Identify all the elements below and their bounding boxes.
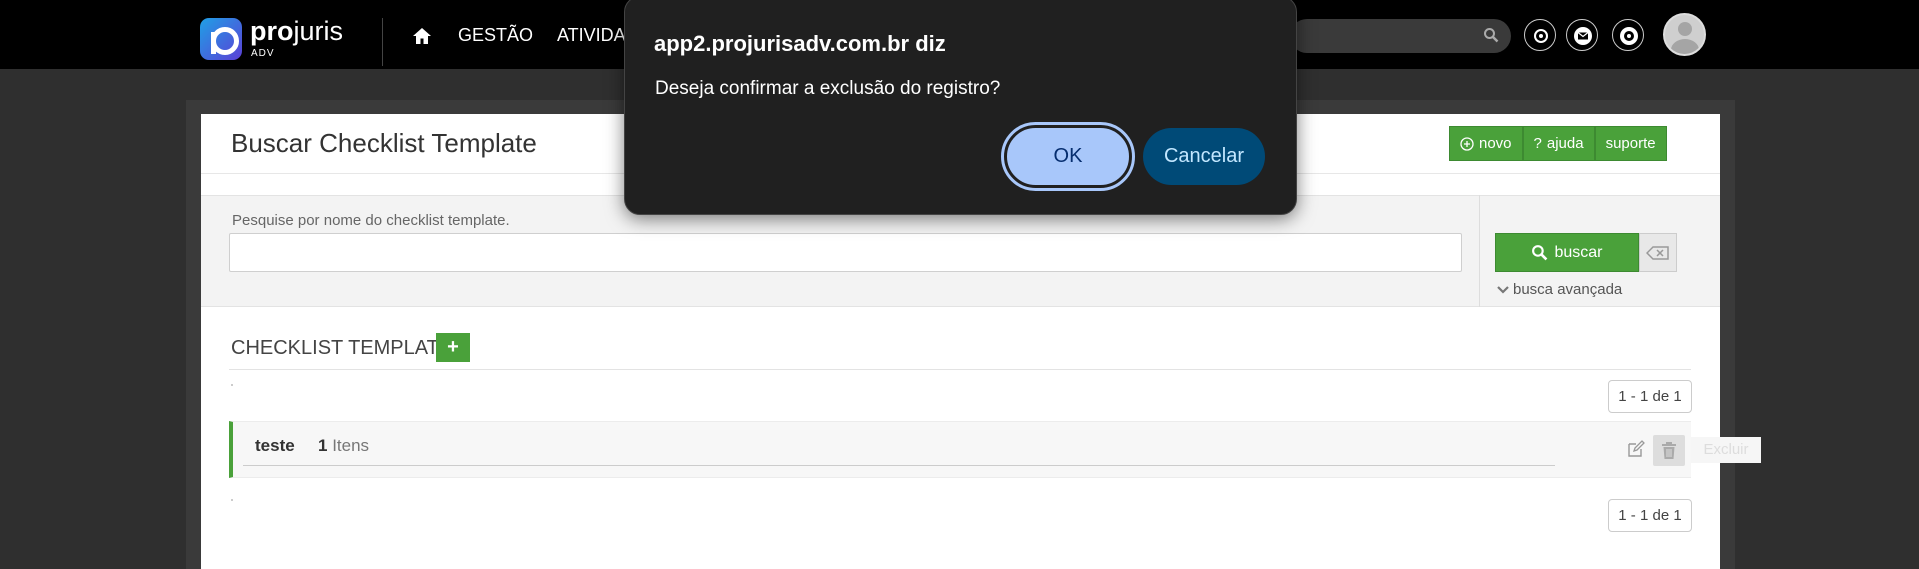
separator-dot: [231, 384, 233, 386]
topbar-divider: [382, 18, 383, 66]
search-icon: [1484, 28, 1499, 43]
pagination-info-bottom: 1 - 1 de 1: [1608, 499, 1692, 532]
dialog-message: Deseja confirmar a exclusão do registro?: [655, 78, 1001, 99]
global-search-input[interactable]: [1290, 19, 1511, 53]
advanced-search-toggle[interactable]: busca avançada: [1497, 281, 1622, 298]
settings-button[interactable]: [1612, 19, 1644, 51]
nav-item-gestao[interactable]: GESTÃO: [458, 25, 533, 46]
openai-icon[interactable]: [1524, 19, 1556, 51]
page-actions: novo ? ajuda suporte: [1449, 126, 1667, 161]
plus-circle-icon: [1460, 136, 1474, 151]
item-count: 1 Itens: [318, 436, 369, 456]
search-input[interactable]: [229, 233, 1462, 272]
list-item[interactable]: [229, 421, 1691, 478]
add-checklist-button[interactable]: +: [436, 333, 470, 362]
search-icon: [1532, 245, 1548, 261]
novo-button[interactable]: novo: [1449, 126, 1523, 161]
item-count-label: Itens: [332, 436, 370, 455]
section-title: CHECKLIST TEMPLATE: [231, 337, 453, 359]
pagination-info-top: 1 - 1 de 1: [1608, 380, 1692, 413]
item-divider: [243, 465, 1555, 466]
trash-icon: [1662, 442, 1676, 459]
delete-tooltip: Excluir: [1691, 437, 1761, 463]
ajuda-button[interactable]: ? ajuda: [1522, 126, 1595, 161]
suporte-label: suporte: [1605, 135, 1656, 152]
user-avatar[interactable]: [1663, 13, 1706, 56]
backspace-icon: [1646, 246, 1669, 260]
separator-dot: [231, 499, 233, 501]
edit-icon[interactable]: [1627, 440, 1645, 458]
mail-button[interactable]: [1566, 19, 1598, 51]
ajuda-label: ajuda: [1546, 135, 1584, 152]
home-icon[interactable]: [412, 26, 432, 46]
delete-button[interactable]: [1653, 435, 1685, 466]
chevron-down-icon: [1497, 285, 1509, 294]
advanced-search-label: busca avançada: [1513, 281, 1623, 298]
dialog-title: app2.projurisadv.com.br diz: [654, 31, 946, 56]
logo-subtitle: ADV: [251, 48, 275, 59]
question-icon: ?: [1533, 135, 1542, 152]
mail-icon: [1574, 27, 1592, 45]
clear-search-button[interactable]: [1639, 233, 1677, 272]
page-title: Buscar Checklist Template: [231, 128, 537, 158]
logo-wordmark: projuris: [250, 16, 344, 46]
ai-assistant-icon: [1534, 29, 1548, 43]
search-field-label: Pesquise por nome do checklist template.: [232, 212, 510, 229]
novo-label: novo: [1479, 135, 1512, 152]
suporte-button[interactable]: suporte: [1594, 126, 1667, 161]
item-name[interactable]: teste: [255, 436, 295, 456]
ok-button[interactable]: OK: [1001, 122, 1135, 191]
cancel-button[interactable]: Cancelar: [1143, 128, 1265, 185]
gear-icon: [1620, 27, 1638, 45]
buscar-button[interactable]: buscar: [1495, 233, 1639, 272]
section-divider: [229, 369, 1691, 370]
search-panel-divider: [1479, 195, 1480, 307]
projuris-logo[interactable]: projuris ADV: [200, 16, 360, 60]
nav-item-atividades[interactable]: ATIVIDA: [557, 25, 626, 46]
buscar-label: buscar: [1554, 243, 1603, 261]
projuris-logo-mark: [200, 18, 242, 60]
item-count-value: 1: [318, 436, 328, 455]
